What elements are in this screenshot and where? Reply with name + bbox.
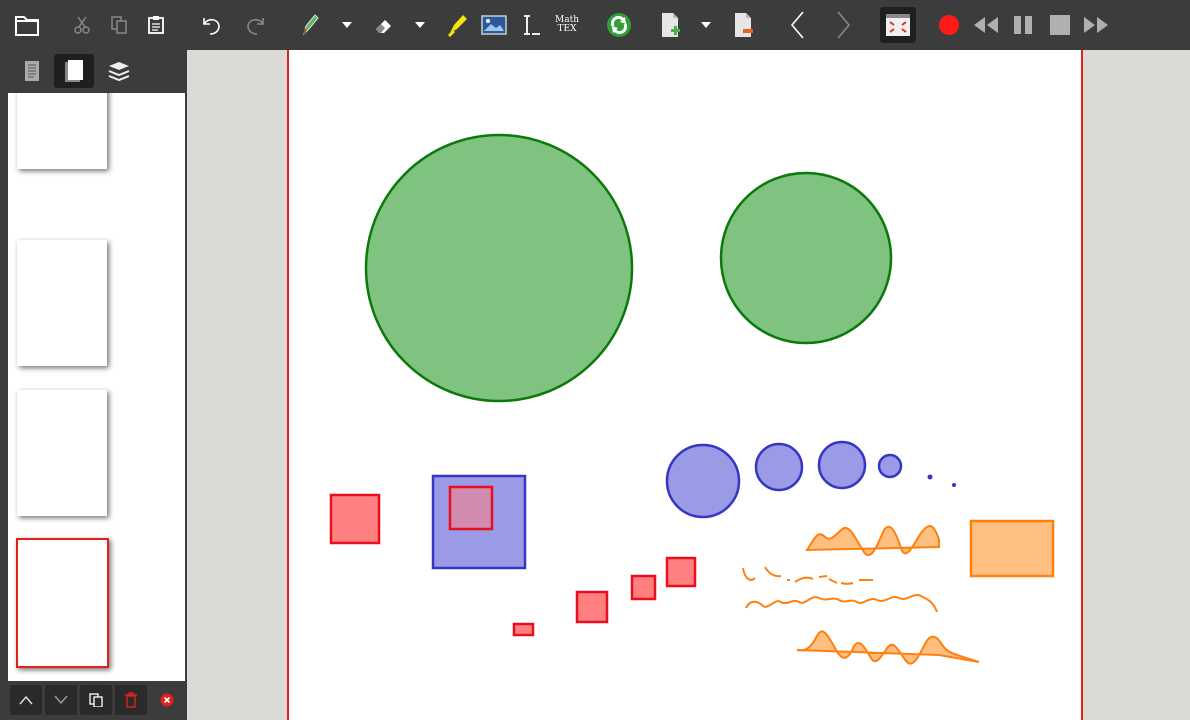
new-page-options-dropdown[interactable]: [697, 7, 715, 43]
eraser-dropdown-icon: [415, 22, 425, 28]
main-toolbar: Math TEX: [0, 0, 1190, 50]
single-page-view-icon: [25, 61, 39, 81]
close-sidebar-button[interactable]: [151, 685, 183, 715]
delete-page-sidebar-button[interactable]: [115, 685, 147, 715]
page-thumbnail[interactable]: [17, 93, 107, 169]
move-up-icon: [19, 695, 33, 705]
eraser-icon: [376, 20, 391, 33]
undo-button[interactable]: [193, 7, 229, 43]
page-thumbnail-list[interactable]: [8, 93, 185, 681]
red-square[interactable]: [575, 590, 609, 624]
orange-wave[interactable]: [796, 630, 980, 665]
drawing-layer[interactable]: [289, 50, 1081, 720]
page-thumbnails-icon: [65, 60, 83, 82]
fast-forward-icon: [1084, 17, 1108, 33]
red-square[interactable]: [329, 493, 381, 545]
pen-dropdown-icon: [342, 22, 352, 28]
copy-icon: [111, 16, 127, 34]
highlighter-icon: [447, 15, 467, 38]
record-icon: [939, 15, 959, 35]
rewind-button[interactable]: [968, 7, 1004, 43]
green-circle-medium[interactable]: [719, 171, 893, 345]
new-page-button[interactable]: [652, 7, 688, 43]
copy-button[interactable]: [101, 7, 137, 43]
math-label-line2: TEX: [557, 24, 577, 34]
orange-scribble[interactable]: [742, 566, 873, 585]
blue-circle[interactable]: [817, 440, 867, 490]
redo-button[interactable]: [238, 7, 274, 43]
insert-image-button[interactable]: [476, 7, 512, 43]
page-sidebar: [0, 50, 187, 720]
sidebar-actions: [8, 683, 185, 718]
math-tex-icon: Math TEX: [555, 16, 579, 34]
paste-button[interactable]: [138, 7, 174, 43]
text-tool-button[interactable]: [513, 7, 549, 43]
red-square[interactable]: [630, 574, 657, 601]
fullscreen-icon: [886, 14, 910, 36]
orange-rectangle[interactable]: [969, 519, 1055, 578]
refresh-button[interactable]: [601, 7, 637, 43]
stop-button[interactable]: [1042, 7, 1078, 43]
canvas-area[interactable]: [187, 50, 1190, 720]
previous-page-icon: [790, 11, 804, 39]
eraser-button[interactable]: [366, 7, 402, 43]
delete-page-toolbar-button[interactable]: [725, 7, 761, 43]
open-button[interactable]: [9, 7, 45, 43]
record-button[interactable]: [931, 7, 967, 43]
previous-page-button[interactable]: [780, 7, 816, 43]
sidebar-tab-thumbnails[interactable]: [54, 54, 94, 88]
blue-circle[interactable]: [754, 442, 804, 492]
page-thumbnail-current[interactable]: [16, 538, 109, 668]
whiteboard-page[interactable]: [287, 50, 1083, 720]
page-thumbnail[interactable]: [17, 240, 107, 366]
new-page-icon: [662, 13, 680, 37]
close-icon: [160, 693, 174, 707]
refresh-icon: [607, 13, 631, 37]
pause-icon: [1014, 16, 1032, 34]
math-tex-button[interactable]: Math TEX: [549, 7, 585, 43]
pause-button[interactable]: [1005, 7, 1041, 43]
next-page-button[interactable]: [825, 7, 861, 43]
fast-forward-button[interactable]: [1078, 7, 1114, 43]
red-square[interactable]: [448, 485, 494, 531]
text-cursor-icon: [524, 15, 540, 35]
pen-options-dropdown[interactable]: [338, 7, 356, 43]
sidebar-tab-layers[interactable]: [99, 54, 139, 88]
paste-icon: [148, 16, 164, 34]
delete-page-icon: [125, 692, 137, 708]
red-square[interactable]: [512, 622, 535, 637]
move-page-up-button[interactable]: [10, 685, 42, 715]
new-page-dropdown-icon: [701, 22, 711, 28]
move-down-icon: [54, 695, 68, 705]
duplicate-page-button[interactable]: [80, 685, 112, 715]
blue-dot[interactable]: [927, 474, 933, 480]
pen-button[interactable]: [292, 7, 328, 43]
blue-dot[interactable]: [952, 483, 956, 487]
red-square[interactable]: [665, 556, 697, 588]
highlighter-button[interactable]: [439, 7, 475, 43]
stop-icon: [1050, 15, 1070, 35]
image-icon: [481, 15, 507, 35]
layers-icon: [108, 62, 130, 82]
cut-icon: [74, 16, 90, 34]
blue-circle[interactable]: [877, 453, 903, 479]
eraser-options-dropdown[interactable]: [411, 7, 429, 43]
move-page-down-button[interactable]: [45, 685, 77, 715]
green-circle-large[interactable]: [364, 133, 634, 403]
undo-icon: [203, 18, 220, 35]
rewind-icon: [974, 17, 998, 33]
redo-icon: [247, 18, 264, 35]
page-thumbnail[interactable]: [17, 390, 107, 516]
orange-zigzag[interactable]: [745, 594, 938, 613]
delete-page-icon: [735, 13, 753, 37]
duplicate-page-icon: [89, 693, 103, 707]
sidebar-tab-single-page[interactable]: [12, 54, 52, 88]
open-icon: [15, 16, 39, 36]
pen-icon: [303, 14, 319, 36]
next-page-icon: [837, 11, 851, 39]
orange-wave[interactable]: [805, 525, 940, 557]
blue-circle[interactable]: [665, 443, 741, 519]
cut-button[interactable]: [64, 7, 100, 43]
fullscreen-button[interactable]: [880, 7, 916, 43]
